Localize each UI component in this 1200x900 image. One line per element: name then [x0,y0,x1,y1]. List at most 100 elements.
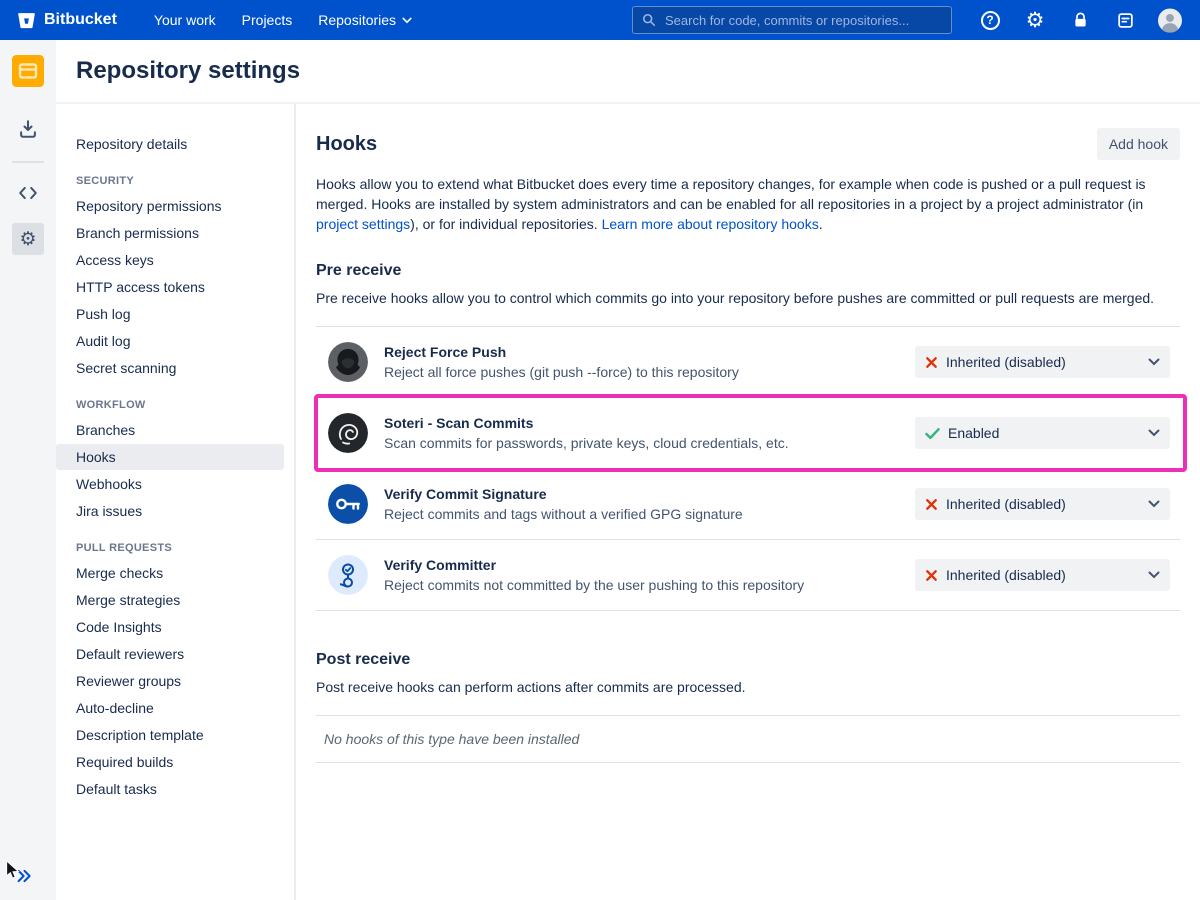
sidebar-section-workflow: WORKFLOW [56,382,284,416]
sidebar-section-security: SECURITY [56,158,284,192]
sidebar-item-push-log[interactable]: Push log [56,301,284,327]
pre-receive-description: Pre receive hooks allow you to control w… [316,288,1180,308]
search-icon [642,13,656,27]
hook-status-dropdown-reject-force-push[interactable]: Inherited (disabled) [915,346,1170,378]
post-receive-heading: Post receive [316,651,1180,669]
sidebar-item-merge-checks[interactable]: Merge checks [56,560,284,586]
nav-repositories-label: Repositories [318,12,396,28]
primary-nav: Your work Projects Repositories [141,6,425,34]
hook-name: Soteri - Scan Commits [384,415,789,431]
avatar[interactable] [1158,8,1182,32]
add-hook-button[interactable]: Add hook [1097,128,1180,160]
hook-status-dropdown-soteri[interactable]: Enabled [915,417,1170,449]
disabled-x-icon [925,498,938,511]
top-navigation: Bitbucket Your work Projects Repositorie… [0,0,1200,40]
chevron-down-icon [1148,571,1160,579]
page-title: Repository settings [76,57,300,85]
sidebar-item-http-access-tokens[interactable]: HTTP access tokens [56,274,284,300]
chevron-down-icon [1148,500,1160,508]
hook-description: Reject commits not committed by the user… [384,577,804,593]
pre-receive-heading: Pre receive [316,262,1180,280]
verify-commit-signature-icon [328,484,368,524]
sidebar-section-pull-requests: PULL REQUESTS [56,525,284,559]
sidebar-item-description-template[interactable]: Description template [56,722,284,748]
nav-utility-icons: ? ⚙ [978,8,1184,32]
content-column: Repository settings Repository details S… [56,40,1200,900]
gear-icon[interactable]: ⚙ [1023,8,1047,32]
disabled-x-icon [925,356,938,369]
hook-status-label: Inherited (disabled) [946,496,1066,512]
hook-name: Verify Commit Signature [384,486,743,502]
hook-description: Scan commits for passwords, private keys… [384,435,789,451]
hooks-intro: Hooks allow you to extend what Bitbucket… [316,174,1180,234]
feedback-icon[interactable] [1113,8,1137,32]
help-icon[interactable]: ? [978,8,1002,32]
sidebar-item-jira-issues[interactable]: Jira issues [56,498,284,524]
page-frame: ⚙ Repository settings Repository details… [0,40,1200,900]
sidebar-item-reviewer-groups[interactable]: Reviewer groups [56,668,284,694]
hook-row-verify-committer: Verify Committer Reject commits not comm… [316,540,1180,611]
hook-status-label: Enabled [948,425,999,441]
hook-description: Reject all force pushes (git push --forc… [384,364,739,380]
hook-status-dropdown-verify-commit-signature[interactable]: Inherited (disabled) [915,488,1170,520]
lock-icon[interactable] [1068,8,1092,32]
sidebar-item-code-insights[interactable]: Code Insights [56,614,284,640]
chevron-down-icon [1148,358,1160,366]
disabled-x-icon [925,569,938,582]
hook-row-soteri-scan-commits: Soteri - Scan Commits Scan commits for p… [316,398,1180,469]
sidebar-item-access-keys[interactable]: Access keys [56,247,284,273]
reject-force-push-icon [328,342,368,382]
hooks-heading: Hooks [316,133,377,156]
sidebar-item-repository-details[interactable]: Repository details [56,131,284,157]
hook-name: Verify Committer [384,557,804,573]
sidebar-item-auto-decline[interactable]: Auto-decline [56,695,284,721]
hook-status-dropdown-verify-committer[interactable]: Inherited (disabled) [915,559,1170,591]
sidebar-rail: ⚙ [0,40,56,900]
settings-gear-icon[interactable]: ⚙ [12,223,44,255]
verify-committer-icon [328,555,368,595]
expand-sidebar-icon[interactable] [16,869,33,888]
hook-row-reject-force-push: Reject Force Push Reject all force pushe… [316,327,1180,398]
sidebar-item-audit-log[interactable]: Audit log [56,328,284,354]
intro-text-2: ), or for individual repositories. [410,216,601,232]
pre-receive-hook-list: Reject Force Push Reject all force pushe… [316,326,1180,611]
post-receive-description: Post receive hooks can perform actions a… [316,677,1180,697]
sidebar-item-branch-permissions[interactable]: Branch permissions [56,220,284,246]
global-search[interactable] [632,6,952,34]
source-code-icon[interactable] [12,177,44,209]
nav-your-work[interactable]: Your work [141,6,229,34]
sidebar-item-branches[interactable]: Branches [56,417,284,443]
sidebar-item-merge-strategies[interactable]: Merge strategies [56,587,284,613]
hook-description: Reject commits and tags without a verifi… [384,506,743,522]
nav-repositories[interactable]: Repositories [305,6,425,34]
hook-status-label: Inherited (disabled) [946,354,1066,370]
chevron-down-icon [1148,429,1160,437]
sidebar-item-secret-scanning[interactable]: Secret scanning [56,355,284,381]
enabled-check-icon [925,427,940,440]
nav-projects[interactable]: Projects [229,6,306,34]
hook-name: Reject Force Push [384,344,739,360]
intro-text-1: Hooks allow you to extend what Bitbucket… [316,176,1146,212]
hooks-settings-panel: Hooks Add hook Hooks allow you to extend… [296,104,1200,900]
repository-avatar[interactable] [12,55,44,87]
sidebar-item-hooks[interactable]: Hooks [56,444,284,470]
clone-icon[interactable] [12,113,44,145]
sidebar-item-default-tasks[interactable]: Default tasks [56,776,284,802]
intro-text-3: . [819,216,823,232]
sidebar-item-webhooks[interactable]: Webhooks [56,471,284,497]
post-receive-empty-message: No hooks of this type have been installe… [316,715,1180,763]
sidebar-item-required-builds[interactable]: Required builds [56,749,284,775]
sidebar-item-default-reviewers[interactable]: Default reviewers [56,641,284,667]
page-header: Repository settings [56,40,1200,104]
chevron-down-icon [402,17,412,24]
learn-more-link[interactable]: Learn more about repository hooks [602,216,819,232]
hook-row-verify-commit-signature: Verify Commit Signature Reject commits a… [316,469,1180,540]
project-settings-link[interactable]: project settings [316,216,410,232]
bitbucket-mark-icon [16,10,37,31]
soteri-scan-commits-icon [328,413,368,453]
sidebar-item-repository-permissions[interactable]: Repository permissions [56,193,284,219]
brand-name: Bitbucket [44,11,117,29]
search-input[interactable] [663,12,942,29]
bitbucket-logo[interactable]: Bitbucket [16,10,117,31]
nav-projects-label: Projects [242,12,293,28]
